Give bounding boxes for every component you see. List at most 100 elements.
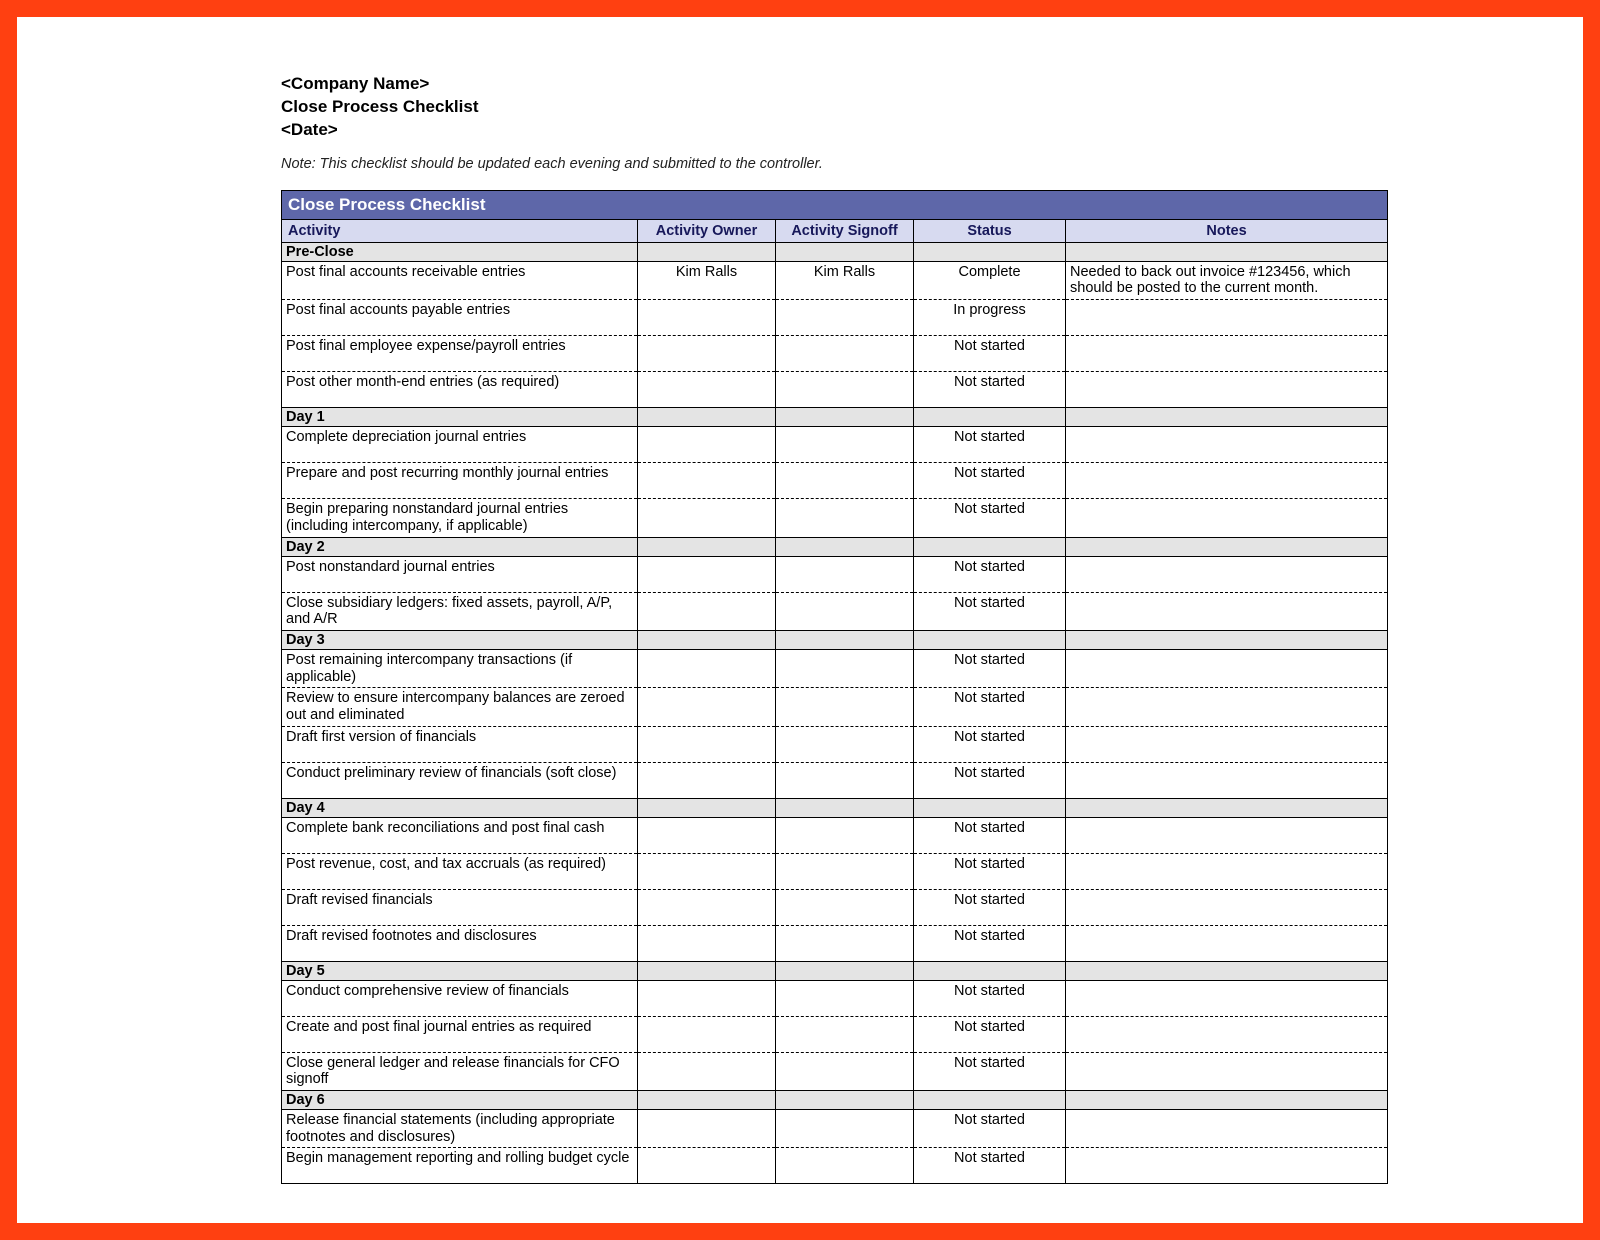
activity-cell: Conduct preliminary review of financials… — [282, 762, 638, 798]
signoff-cell — [776, 889, 914, 925]
section-label: Day 6 — [282, 1090, 638, 1109]
activity-cell: Post revenue, cost, and tax accruals (as… — [282, 853, 638, 889]
document-page: <Company Name> Close Process Checklist <… — [17, 17, 1583, 1223]
column-header-notes: Notes — [1066, 219, 1388, 242]
table-row: Begin preparing nonstandard journal entr… — [282, 499, 1388, 537]
content-wrapper: <Company Name> Close Process Checklist <… — [281, 73, 1387, 1184]
owner-cell — [638, 762, 776, 798]
notes-cell — [1066, 726, 1388, 762]
status-cell: Not started — [914, 889, 1066, 925]
status-cell: Not started — [914, 463, 1066, 499]
status-cell: Not started — [914, 427, 1066, 463]
checklist-table: Close Process ChecklistActivity Activity … — [281, 190, 1388, 1184]
notes-cell — [1066, 372, 1388, 408]
notes-cell — [1066, 499, 1388, 537]
table-row: Conduct comprehensive review of financia… — [282, 980, 1388, 1016]
column-header-activity: Activity — [282, 219, 638, 242]
section-empty-cell — [776, 630, 914, 649]
section-label: Day 3 — [282, 630, 638, 649]
table-row: Create and post final journal entries as… — [282, 1016, 1388, 1052]
table-row: Post revenue, cost, and tax accruals (as… — [282, 853, 1388, 889]
section-empty-cell — [776, 408, 914, 427]
status-cell: Not started — [914, 688, 1066, 726]
activity-cell: Draft revised footnotes and disclosures — [282, 925, 638, 961]
signoff-cell: Kim Ralls — [776, 261, 914, 299]
section-empty-cell — [776, 537, 914, 556]
owner-cell — [638, 372, 776, 408]
owner-cell — [638, 592, 776, 630]
activity-cell: Review to ensure intercompany balances a… — [282, 688, 638, 726]
activity-cell: Prepare and post recurring monthly journ… — [282, 463, 638, 499]
activity-cell: Complete bank reconciliations and post f… — [282, 817, 638, 853]
table-row: Close general ledger and release financi… — [282, 1052, 1388, 1090]
notes-cell — [1066, 817, 1388, 853]
notes-cell — [1066, 762, 1388, 798]
section-empty-cell — [1066, 408, 1388, 427]
owner-cell — [638, 1148, 776, 1184]
status-cell: Not started — [914, 762, 1066, 798]
section-row: Day 1 — [282, 408, 1388, 427]
activity-cell: Close subsidiary ledgers: fixed assets, … — [282, 592, 638, 630]
activity-cell: Begin management reporting and rolling b… — [282, 1148, 638, 1184]
signoff-cell — [776, 980, 914, 1016]
section-empty-cell — [1066, 537, 1388, 556]
status-cell: Complete — [914, 261, 1066, 299]
notes-cell — [1066, 463, 1388, 499]
table-row: Review to ensure intercompany balances a… — [282, 688, 1388, 726]
section-empty-cell — [1066, 798, 1388, 817]
activity-cell: Post nonstandard journal entries — [282, 556, 638, 592]
section-label: Day 1 — [282, 408, 638, 427]
activity-cell: Create and post final journal entries as… — [282, 1016, 638, 1052]
section-empty-cell — [914, 1090, 1066, 1109]
section-label: Pre-Close — [282, 242, 638, 261]
signoff-cell — [776, 300, 914, 336]
table-row: Close subsidiary ledgers: fixed assets, … — [282, 592, 1388, 630]
signoff-cell — [776, 556, 914, 592]
section-empty-cell — [776, 798, 914, 817]
section-empty-cell — [638, 798, 776, 817]
owner-cell — [638, 688, 776, 726]
table-row: Post other month-end entries (as require… — [282, 372, 1388, 408]
notes-cell — [1066, 1109, 1388, 1147]
section-empty-cell — [638, 961, 776, 980]
section-empty-cell — [638, 1090, 776, 1109]
section-empty-cell — [914, 630, 1066, 649]
status-cell: Not started — [914, 817, 1066, 853]
activity-cell: Post final accounts payable entries — [282, 300, 638, 336]
owner-cell: Kim Ralls — [638, 261, 776, 299]
status-cell: Not started — [914, 592, 1066, 630]
section-row: Day 4 — [282, 798, 1388, 817]
signoff-cell — [776, 925, 914, 961]
signoff-cell — [776, 688, 914, 726]
section-empty-cell — [914, 408, 1066, 427]
status-cell: Not started — [914, 925, 1066, 961]
section-empty-cell — [638, 537, 776, 556]
table-row: Conduct preliminary review of financials… — [282, 762, 1388, 798]
status-cell: Not started — [914, 1016, 1066, 1052]
activity-cell: Begin preparing nonstandard journal entr… — [282, 499, 638, 537]
column-header-signoff: Activity Signoff — [776, 219, 914, 242]
table-row: Complete bank reconciliations and post f… — [282, 817, 1388, 853]
column-header-status: Status — [914, 219, 1066, 242]
status-cell: Not started — [914, 1109, 1066, 1147]
section-empty-cell — [1066, 242, 1388, 261]
owner-cell — [638, 1109, 776, 1147]
activity-cell: Draft first version of financials — [282, 726, 638, 762]
notes-cell — [1066, 649, 1388, 687]
status-cell: Not started — [914, 372, 1066, 408]
table-row: Prepare and post recurring monthly journ… — [282, 463, 1388, 499]
signoff-cell — [776, 499, 914, 537]
table-title: Close Process Checklist — [282, 190, 1388, 219]
activity-cell: Post remaining intercompany transactions… — [282, 649, 638, 687]
owner-cell — [638, 649, 776, 687]
status-cell: Not started — [914, 499, 1066, 537]
section-row: Day 3 — [282, 630, 1388, 649]
status-cell: Not started — [914, 336, 1066, 372]
section-row: Pre-Close — [282, 242, 1388, 261]
activity-cell: Post other month-end entries (as require… — [282, 372, 638, 408]
table-row: Post final accounts payable entriesIn pr… — [282, 300, 1388, 336]
notes-cell — [1066, 889, 1388, 925]
table-row: Post final employee expense/payroll entr… — [282, 336, 1388, 372]
section-empty-cell — [914, 537, 1066, 556]
section-empty-cell — [638, 630, 776, 649]
